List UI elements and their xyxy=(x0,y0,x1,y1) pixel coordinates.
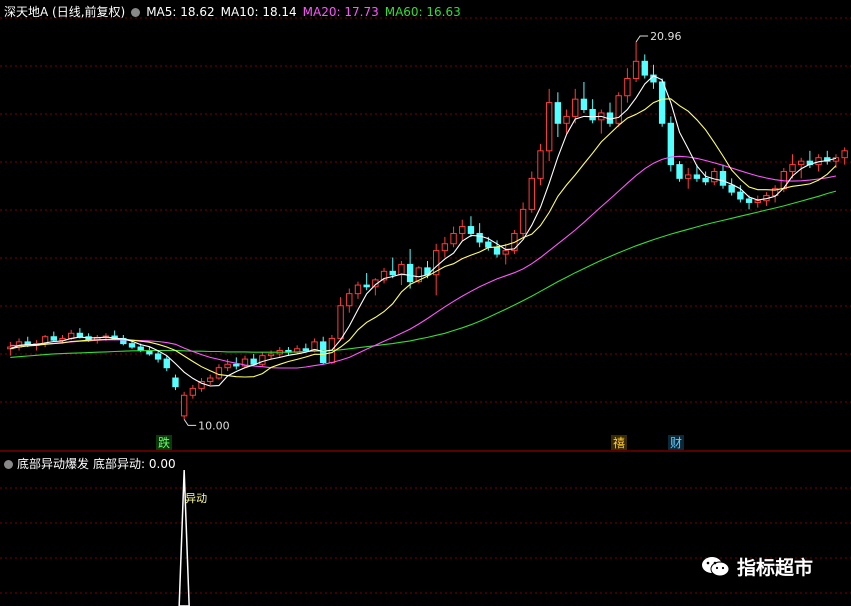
candle-down xyxy=(745,198,753,203)
stock-chart: 20.96 10.00 跌 禧 财 异动 xyxy=(0,17,851,606)
candle-down xyxy=(719,170,727,186)
candle-up xyxy=(259,355,266,365)
tag-zhang: 禧 xyxy=(613,436,625,450)
candle-up xyxy=(519,208,527,234)
candle-up xyxy=(459,226,466,234)
ma60-value: MA60: 16.63 xyxy=(384,5,461,19)
indicator-settings-icon[interactable] xyxy=(4,460,13,469)
candle-up xyxy=(189,387,197,396)
candle-down xyxy=(737,191,744,200)
chart-annotations: 20.96 10.00 跌 禧 财 xyxy=(156,30,684,450)
ma20-line xyxy=(10,155,837,369)
indicator-value: 底部异动: 0.00 xyxy=(93,457,176,471)
candle-down xyxy=(172,377,179,388)
candle-up xyxy=(545,102,553,152)
indicator-spike xyxy=(178,469,190,606)
candle-up xyxy=(267,353,275,357)
candle-down xyxy=(476,232,483,243)
low-price-label: 10.00 xyxy=(198,419,230,432)
candle-up xyxy=(502,250,509,255)
candle-up xyxy=(224,363,231,369)
ma10-line xyxy=(10,98,837,378)
ma10-value: MA10: 18.14 xyxy=(220,5,297,19)
candle-down xyxy=(76,332,84,338)
candle-up xyxy=(572,98,579,117)
ma60-line xyxy=(10,190,837,358)
candle-down xyxy=(693,174,701,179)
candle-up xyxy=(711,170,718,183)
indicator-panel: 异动 xyxy=(178,469,207,606)
high-price-label: 20.96 xyxy=(650,30,682,43)
candle-up xyxy=(450,232,457,245)
ma20-value: MA20: 17.73 xyxy=(302,5,379,19)
candle-down xyxy=(667,122,675,166)
candle-up xyxy=(346,293,353,307)
candle-down xyxy=(406,263,414,283)
indicator-header: 底部异动爆发 底部异动: 0.00 xyxy=(4,455,180,472)
candle-up xyxy=(207,377,214,382)
candle-up xyxy=(537,150,544,179)
candle-up xyxy=(798,160,805,166)
candle-up xyxy=(528,177,535,210)
wechat-icon xyxy=(702,556,730,576)
candle-down xyxy=(485,241,492,248)
tag-cai: 财 xyxy=(670,436,682,450)
candle-down xyxy=(467,226,475,234)
ma5-line xyxy=(10,75,837,387)
candle-up xyxy=(398,263,405,276)
candle-down xyxy=(676,164,683,179)
candle-up xyxy=(180,394,188,417)
candle-down xyxy=(128,343,136,348)
candle-down xyxy=(302,348,310,351)
candle-up xyxy=(685,174,692,179)
candle-down xyxy=(50,336,57,341)
candle-down xyxy=(250,358,257,365)
candle-down xyxy=(702,177,709,183)
candle-down xyxy=(154,353,162,360)
candle-down xyxy=(554,102,562,124)
candle-down xyxy=(137,346,144,351)
candle-up xyxy=(354,284,362,295)
watermark: 指标超市 xyxy=(701,553,813,580)
candle-down xyxy=(163,358,170,369)
indicator-signal-label: 异动 xyxy=(185,492,207,505)
candle-up xyxy=(337,305,344,339)
candle-down xyxy=(389,270,396,276)
candle-up xyxy=(841,150,848,159)
candlestick-series xyxy=(7,42,848,420)
candle-down xyxy=(580,98,588,111)
candle-down xyxy=(493,246,501,255)
candle-up xyxy=(632,60,640,80)
moving-average-lines xyxy=(10,75,837,387)
candle-down xyxy=(589,109,596,121)
candle-up xyxy=(615,95,622,124)
candle-down xyxy=(320,341,327,364)
indicator-name[interactable]: 底部异动爆发 xyxy=(17,457,89,471)
chart-header: 深天地A (日线,前复权) MA5: 18.62 MA10: 18.14 MA20: … xyxy=(4,3,467,20)
candle-up xyxy=(624,78,631,97)
tag-die: 跌 xyxy=(158,435,170,450)
candle-up xyxy=(789,164,796,172)
stock-title[interactable]: 深天地A (日线,前复权) xyxy=(4,5,125,19)
high-pointer xyxy=(635,35,649,43)
low-pointer xyxy=(183,419,197,426)
candle-down xyxy=(641,60,648,76)
candle-up xyxy=(563,115,570,124)
main-grid xyxy=(0,17,851,403)
candle-down xyxy=(233,363,240,367)
settings-circle-icon[interactable] xyxy=(131,8,141,17)
candle-down xyxy=(728,184,735,193)
watermark-text: 指标超市 xyxy=(737,557,814,579)
ma5-value: MA5: 18.62 xyxy=(146,5,215,19)
candle-up xyxy=(215,367,223,379)
candle-up xyxy=(754,200,761,203)
candle-up xyxy=(441,243,449,252)
candle-down xyxy=(363,284,370,288)
candle-down xyxy=(658,81,666,124)
